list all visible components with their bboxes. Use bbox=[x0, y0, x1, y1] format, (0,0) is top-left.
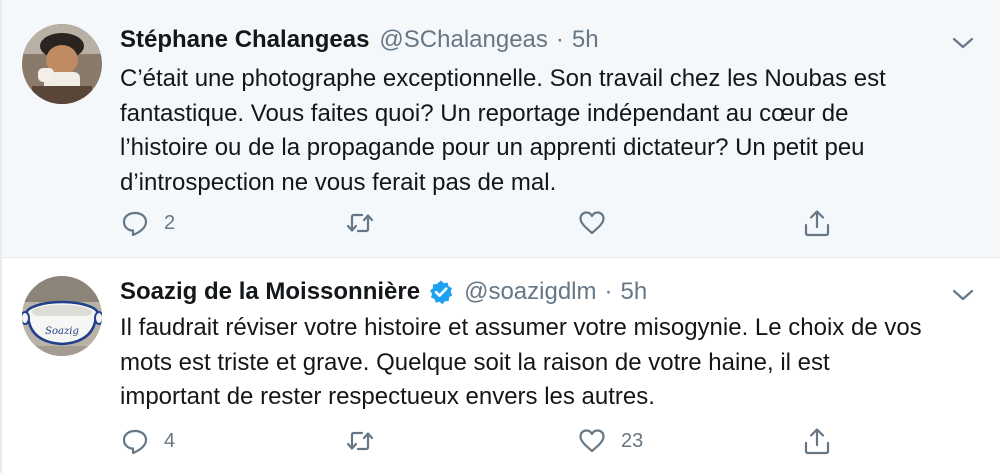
heart-icon bbox=[579, 211, 605, 235]
like-count: 23 bbox=[621, 429, 644, 452]
timestamp[interactable]: 5h bbox=[621, 278, 648, 306]
retweet-button[interactable] bbox=[345, 208, 389, 238]
author-name[interactable]: Soazig de la Moissonnière bbox=[120, 278, 420, 306]
share-button[interactable] bbox=[802, 208, 832, 238]
like-button[interactable] bbox=[577, 208, 621, 238]
tweet-text-line: d’introspection ne vous ferait pas de ma… bbox=[120, 168, 557, 196]
thread-divider bbox=[0, 0, 2, 257]
tweet-text-line: mots est triste et grave. Quelque soit l… bbox=[120, 348, 830, 376]
reply-icon bbox=[122, 429, 148, 455]
reply-button[interactable]: 4 bbox=[120, 426, 175, 456]
reply-count: 4 bbox=[164, 429, 176, 452]
avatar-bowl-lettering: Soazig bbox=[45, 326, 79, 337]
tweet-text-line: Il faudrait réviser votre histoire et as… bbox=[120, 314, 922, 341]
tweet-text-line: C’était une photographe exceptionnelle. … bbox=[120, 65, 886, 92]
share-icon bbox=[804, 428, 830, 455]
separator-dot: · bbox=[604, 278, 613, 305]
tweet[interactable]: Soazig Soazig de la Moissonnière @soazig… bbox=[0, 258, 1000, 473]
tweet-text-line: fantastique. Vous faites quoi? Un report… bbox=[120, 99, 849, 127]
like-button[interactable]: 23 bbox=[577, 426, 643, 456]
author-handle[interactable]: @SChalangeas bbox=[379, 26, 547, 54]
separator-dot: · bbox=[555, 26, 564, 53]
retweet-button[interactable] bbox=[345, 426, 389, 456]
timestamp[interactable]: 5h bbox=[572, 26, 599, 54]
reply-count: 2 bbox=[164, 211, 176, 234]
tweet-text-line: l’histoire ou de la propagande pour un a… bbox=[120, 134, 865, 161]
avatar[interactable] bbox=[22, 24, 102, 104]
retweet-icon bbox=[346, 213, 374, 233]
avatar[interactable]: Soazig bbox=[22, 276, 102, 356]
tweet[interactable]: Stéphane Chalangeas @SChalangeas · 5h C’… bbox=[0, 0, 1000, 258]
author-name[interactable]: Stéphane Chalangeas bbox=[120, 26, 369, 54]
reply-button[interactable]: 2 bbox=[120, 208, 175, 238]
retweet-icon bbox=[346, 431, 374, 451]
heart-icon bbox=[579, 429, 605, 453]
share-button[interactable] bbox=[802, 426, 832, 456]
verified-badge-icon bbox=[430, 280, 453, 305]
thread-divider bbox=[0, 258, 2, 473]
reply-icon bbox=[122, 211, 148, 237]
tweet-text: Il faudrait réviser votre histoire et as… bbox=[120, 311, 970, 415]
tweet-text-line: important de rester respectueux envers l… bbox=[120, 383, 655, 410]
author-handle[interactable]: @soazigdlm bbox=[464, 278, 596, 306]
chevron-down-icon[interactable] bbox=[952, 288, 974, 302]
chevron-down-icon[interactable] bbox=[952, 36, 974, 50]
share-icon bbox=[804, 210, 830, 237]
tweet-text: C’était une photographe exceptionnelle. … bbox=[120, 62, 970, 200]
